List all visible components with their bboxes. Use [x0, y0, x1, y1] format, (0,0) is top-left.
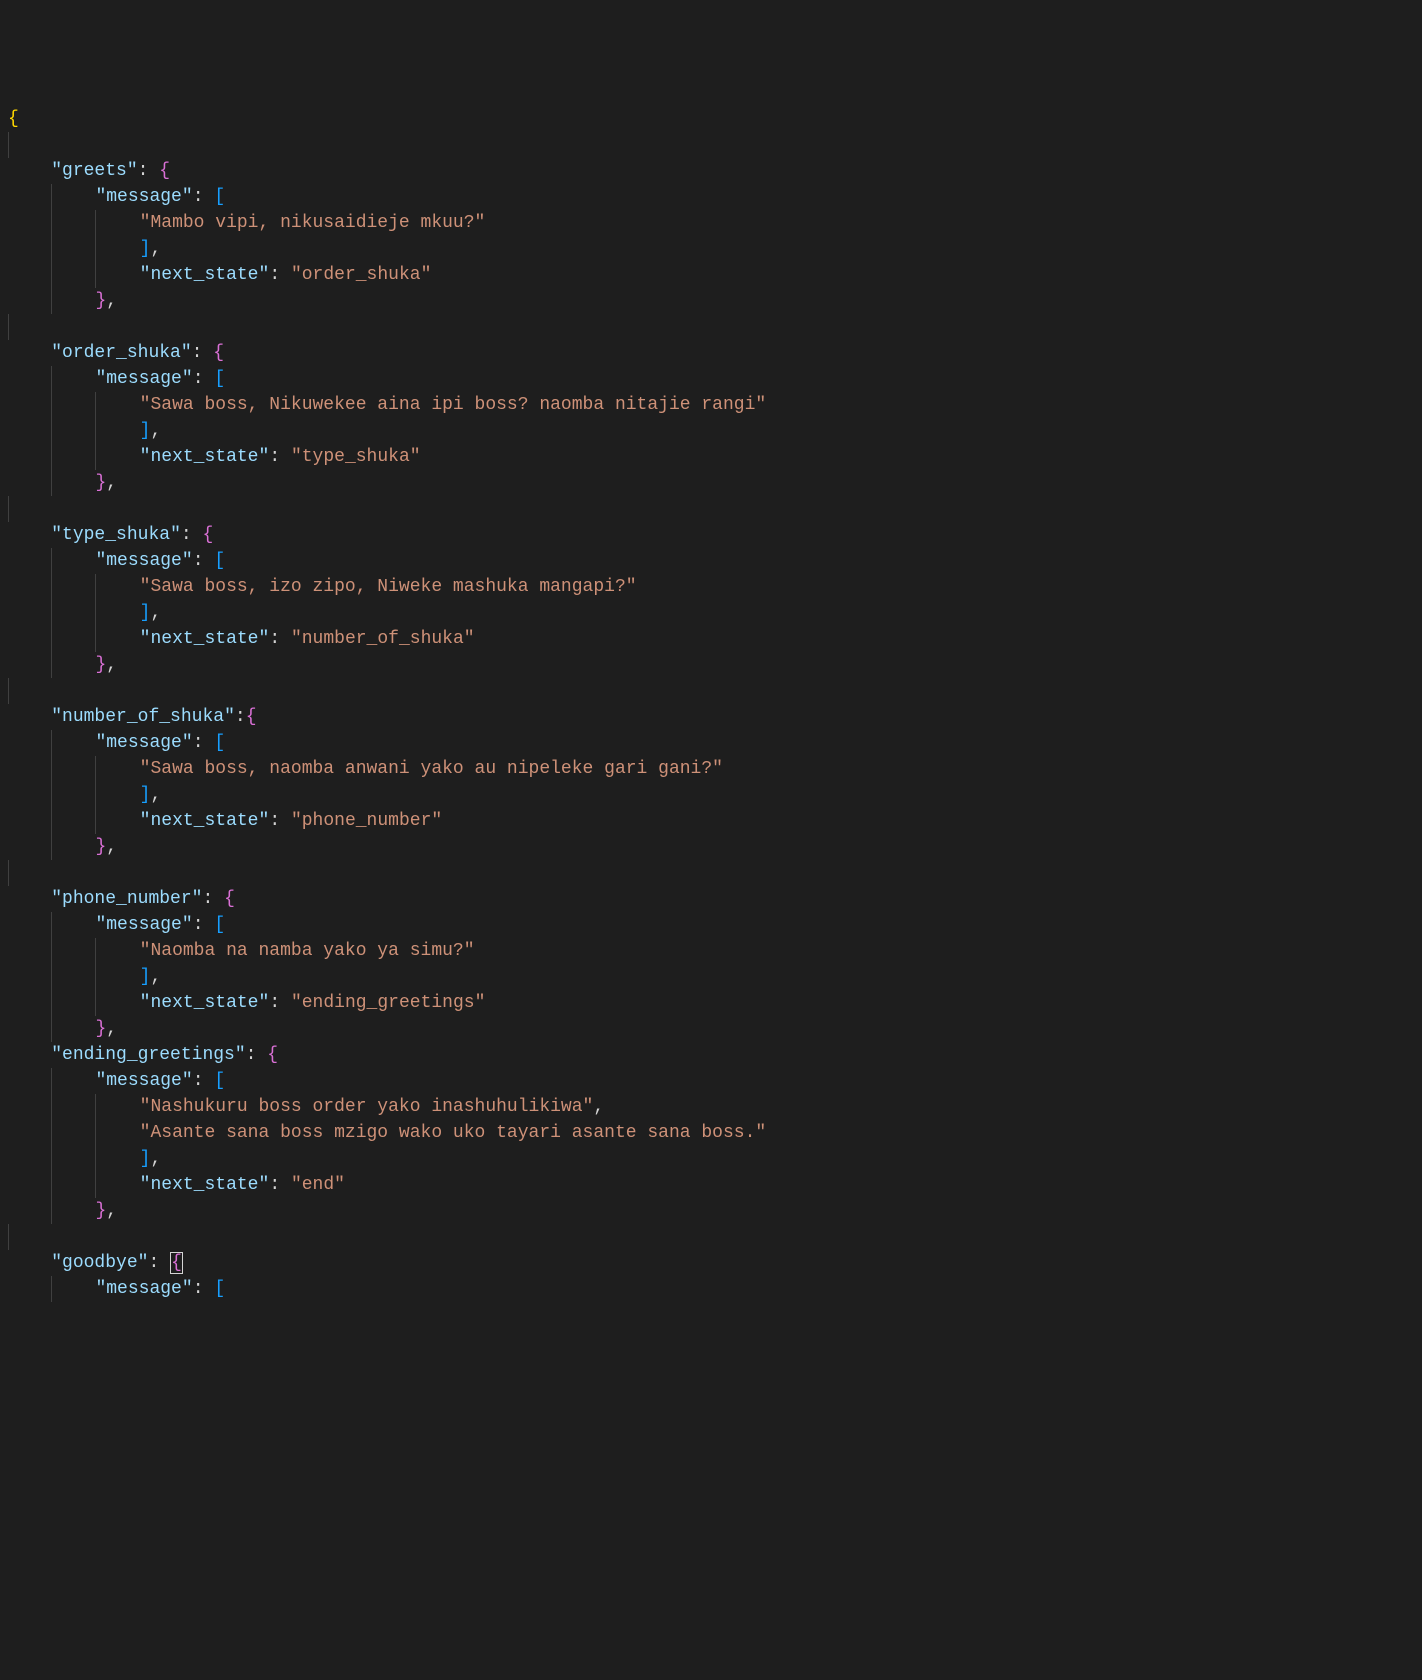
code-line[interactable] — [0, 132, 1422, 158]
code-line[interactable]: "Asante sana boss mzigo wako uko tayari … — [0, 1120, 1422, 1146]
code-line[interactable]: ], — [0, 600, 1422, 626]
code-line[interactable]: "next_state": "type_shuka" — [0, 444, 1422, 470]
code-line[interactable]: "greets": { — [0, 158, 1422, 184]
code-line[interactable]: "message": [ — [0, 548, 1422, 574]
code-line[interactable]: "message": [ — [0, 184, 1422, 210]
code-line[interactable]: "next_state": "order_shuka" — [0, 262, 1422, 288]
code-line[interactable]: "next_state": "number_of_shuka" — [0, 626, 1422, 652]
code-line[interactable]: }, — [0, 834, 1422, 860]
code-line[interactable]: }, — [0, 1016, 1422, 1042]
code-line[interactable]: "phone_number": { — [0, 886, 1422, 912]
code-line[interactable]: "Sawa boss, Nikuwekee aina ipi boss? nao… — [0, 392, 1422, 418]
code-line[interactable]: "message": [ — [0, 730, 1422, 756]
code-line[interactable]: "order_shuka": { — [0, 340, 1422, 366]
code-line[interactable] — [0, 860, 1422, 886]
code-line[interactable]: "ending_greetings": { — [0, 1042, 1422, 1068]
code-line[interactable]: "Mambo vipi, nikusaidieje mkuu?" — [0, 210, 1422, 236]
code-line[interactable]: }, — [0, 1198, 1422, 1224]
code-line[interactable]: }, — [0, 288, 1422, 314]
code-line[interactable]: "goodbye": { — [0, 1250, 1422, 1276]
code-line[interactable]: ], — [0, 782, 1422, 808]
code-line[interactable]: { — [0, 106, 1422, 132]
code-line[interactable]: "next_state": "phone_number" — [0, 808, 1422, 834]
code-line[interactable] — [0, 314, 1422, 340]
cursor-position: { — [170, 1252, 183, 1274]
json-code-editor[interactable]: { "greets": { "message": [ "Mambo vipi, … — [0, 104, 1422, 1304]
code-line[interactable]: "Nashukuru boss order yako inashuhulikiw… — [0, 1094, 1422, 1120]
code-line[interactable]: "Sawa boss, izo zipo, Niweke mashuka man… — [0, 574, 1422, 600]
code-line[interactable]: "message": [ — [0, 912, 1422, 938]
code-line[interactable] — [0, 496, 1422, 522]
code-line[interactable]: "next_state": "end" — [0, 1172, 1422, 1198]
code-line[interactable] — [0, 1224, 1422, 1250]
code-line[interactable]: "Sawa boss, naomba anwani yako au nipele… — [0, 756, 1422, 782]
code-line[interactable]: "Naomba na namba yako ya simu?" — [0, 938, 1422, 964]
code-line[interactable]: ], — [0, 964, 1422, 990]
code-line[interactable]: ], — [0, 418, 1422, 444]
code-line[interactable]: }, — [0, 470, 1422, 496]
code-line[interactable]: "message": [ — [0, 1068, 1422, 1094]
code-line[interactable]: "next_state": "ending_greetings" — [0, 990, 1422, 1016]
code-line[interactable]: "type_shuka": { — [0, 522, 1422, 548]
code-line[interactable]: "message": [ — [0, 366, 1422, 392]
code-line[interactable]: }, — [0, 652, 1422, 678]
code-line[interactable]: "message": [ — [0, 1276, 1422, 1302]
code-line[interactable] — [0, 678, 1422, 704]
code-line[interactable]: ], — [0, 1146, 1422, 1172]
code-line[interactable]: ], — [0, 236, 1422, 262]
code-line[interactable]: "number_of_shuka":{ — [0, 704, 1422, 730]
